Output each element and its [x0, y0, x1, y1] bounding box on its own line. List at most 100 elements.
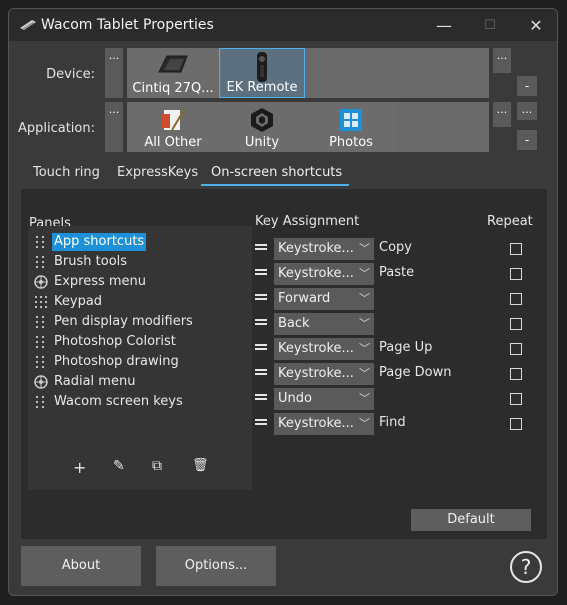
duplicate-icon: ⧉: [152, 458, 162, 474]
panel-item-keypad[interactable]: Keypad: [34, 293, 104, 311]
tab-on-screen-shortcuts[interactable]: On-screen shortcuts: [211, 165, 342, 180]
drag-handle-icon[interactable]: [255, 294, 267, 304]
duplicate-panel-button[interactable]: ⧉: [152, 458, 168, 474]
options-button[interactable]: Options...: [156, 546, 276, 586]
device-scroll-right-button[interactable]: ...: [493, 48, 511, 73]
maximize-button[interactable]: ☐: [467, 9, 513, 41]
more-icon: ...: [496, 49, 508, 62]
repeat-checkbox[interactable]: [510, 268, 522, 280]
function-dropdown[interactable]: Keystroke... ﹀: [274, 263, 374, 285]
add-icon: +: [73, 458, 87, 477]
device-tile-cintiq[interactable]: Cintiq 27Q...: [129, 48, 217, 98]
panel-item-express-menu[interactable]: Express menu: [34, 273, 148, 291]
panel-item-radial-menu[interactable]: Radial menu: [34, 373, 137, 391]
function-value: Keystroke...: [278, 366, 354, 381]
repeat-checkbox[interactable]: [510, 318, 522, 330]
panel-item-photoshop-drawing[interactable]: Photoshop drawing: [34, 353, 181, 371]
drag-handle-icon[interactable]: [255, 369, 267, 379]
default-button[interactable]: Default: [411, 509, 531, 531]
radial-wheel-icon: [34, 275, 48, 289]
repeat-checkbox[interactable]: [510, 243, 522, 255]
drag-handle-icon[interactable]: [255, 269, 267, 279]
grid-dots-icon: [36, 396, 44, 408]
about-button[interactable]: About: [21, 546, 141, 586]
repeat-checkbox[interactable]: [510, 343, 522, 355]
function-dropdown[interactable]: Keystroke... ﹀: [274, 413, 374, 435]
key-assignment-row: Keystroke... ﹀ Page Up: [255, 338, 535, 360]
wacom-pen-tablet-icon: [20, 20, 36, 30]
chevron-down-icon: ﹀: [359, 292, 370, 305]
photos-icon: [340, 109, 362, 131]
tab-touch-ring[interactable]: Touch ring: [33, 165, 100, 180]
application-scroll-left-button[interactable]: ...: [105, 102, 123, 152]
tab-expresskeys[interactable]: ExpressKeys: [117, 165, 198, 180]
key-assignment-heading: Key Assignment: [255, 214, 360, 229]
device-scroll-left-button[interactable]: ...: [105, 48, 123, 98]
drag-handle-icon[interactable]: [255, 244, 267, 254]
application-tile-all-other[interactable]: All Other: [129, 102, 217, 152]
application-tile-unity[interactable]: Unity: [219, 102, 305, 152]
key-assignment-row: Undo ﹀: [255, 388, 535, 410]
panels-list-container: App shortcuts Brush tools Express menu K…: [28, 226, 252, 490]
wacom-properties-window: Wacom Tablet Properties — ☐ ✕ Device: ..…: [8, 8, 558, 596]
function-dropdown[interactable]: Forward ﹀: [274, 288, 374, 310]
close-icon: ✕: [529, 15, 543, 35]
help-button[interactable]: ?: [510, 551, 542, 583]
panel-item-photoshop-colorist[interactable]: Photoshop Colorist: [34, 333, 178, 351]
panel-item-label: Wacom screen keys: [54, 394, 183, 409]
panel-item-label: Express menu: [54, 274, 147, 289]
key-label: Find: [379, 415, 406, 430]
drag-handle-icon[interactable]: [255, 419, 267, 429]
key-label: Page Up: [379, 340, 433, 355]
repeat-checkbox[interactable]: [510, 418, 522, 430]
application-tile-label: Photos: [329, 135, 373, 150]
minimize-icon: —: [436, 15, 452, 35]
chevron-down-icon: ﹀: [359, 342, 370, 355]
application-more-button[interactable]: ...: [517, 102, 537, 120]
chevron-down-icon: ﹀: [359, 317, 370, 330]
key-label: Copy: [379, 240, 412, 255]
all-other-apps-icon: [162, 109, 185, 131]
drag-handle-icon[interactable]: [255, 344, 267, 354]
repeat-heading: Repeat: [487, 214, 533, 229]
edit-panel-button[interactable]: ✎: [113, 458, 129, 474]
chevron-down-icon: ﹀: [359, 367, 370, 380]
function-dropdown[interactable]: Keystroke... ﹀: [274, 238, 374, 260]
remove-application-button[interactable]: -: [517, 130, 537, 150]
function-dropdown[interactable]: Undo ﹀: [274, 388, 374, 410]
function-dropdown[interactable]: Keystroke... ﹀: [274, 338, 374, 360]
device-tile-ek-remote[interactable]: EK Remote: [219, 48, 305, 98]
function-value: Forward: [278, 291, 331, 306]
application-scroll-right-button[interactable]: ...: [493, 102, 511, 127]
grid-dots-icon: [36, 256, 44, 268]
function-dropdown[interactable]: Back ﹀: [274, 313, 374, 335]
more-icon: ...: [496, 103, 508, 116]
panel-item-app-shortcuts[interactable]: App shortcuts: [34, 233, 147, 251]
chevron-down-icon: ﹀: [359, 242, 370, 255]
function-dropdown[interactable]: Keystroke... ﹀: [274, 363, 374, 385]
panel-item-pen-display-modifiers[interactable]: Pen display modifiers: [34, 313, 195, 331]
function-value: Back: [278, 316, 310, 331]
minus-icon: -: [524, 133, 530, 147]
remove-device-button[interactable]: -: [517, 76, 537, 96]
delete-panel-button[interactable]: 🗑: [192, 458, 209, 474]
remote-icon: [257, 52, 267, 82]
drag-handle-icon[interactable]: [255, 394, 267, 404]
panel-item-label: App shortcuts: [52, 233, 147, 251]
key-assignment-row: Keystroke... ﹀ Paste: [255, 263, 535, 285]
minimize-button[interactable]: —: [421, 9, 467, 41]
repeat-checkbox[interactable]: [510, 293, 522, 305]
drag-handle-icon[interactable]: [255, 319, 267, 329]
application-tile-photos[interactable]: Photos: [307, 102, 395, 152]
panel-item-brush-tools[interactable]: Brush tools: [34, 253, 129, 271]
minus-icon: -: [524, 79, 530, 93]
add-panel-button[interactable]: +: [73, 458, 89, 477]
application-tile-label: Unity: [244, 135, 280, 150]
repeat-checkbox[interactable]: [510, 368, 522, 380]
more-icon: ...: [108, 103, 120, 116]
panel-item-label: Photoshop drawing: [54, 354, 179, 369]
device-label: Device:: [46, 67, 95, 82]
panel-item-wacom-screen-keys[interactable]: Wacom screen keys: [34, 393, 185, 411]
close-button[interactable]: ✕: [513, 9, 557, 41]
repeat-checkbox[interactable]: [510, 393, 522, 405]
